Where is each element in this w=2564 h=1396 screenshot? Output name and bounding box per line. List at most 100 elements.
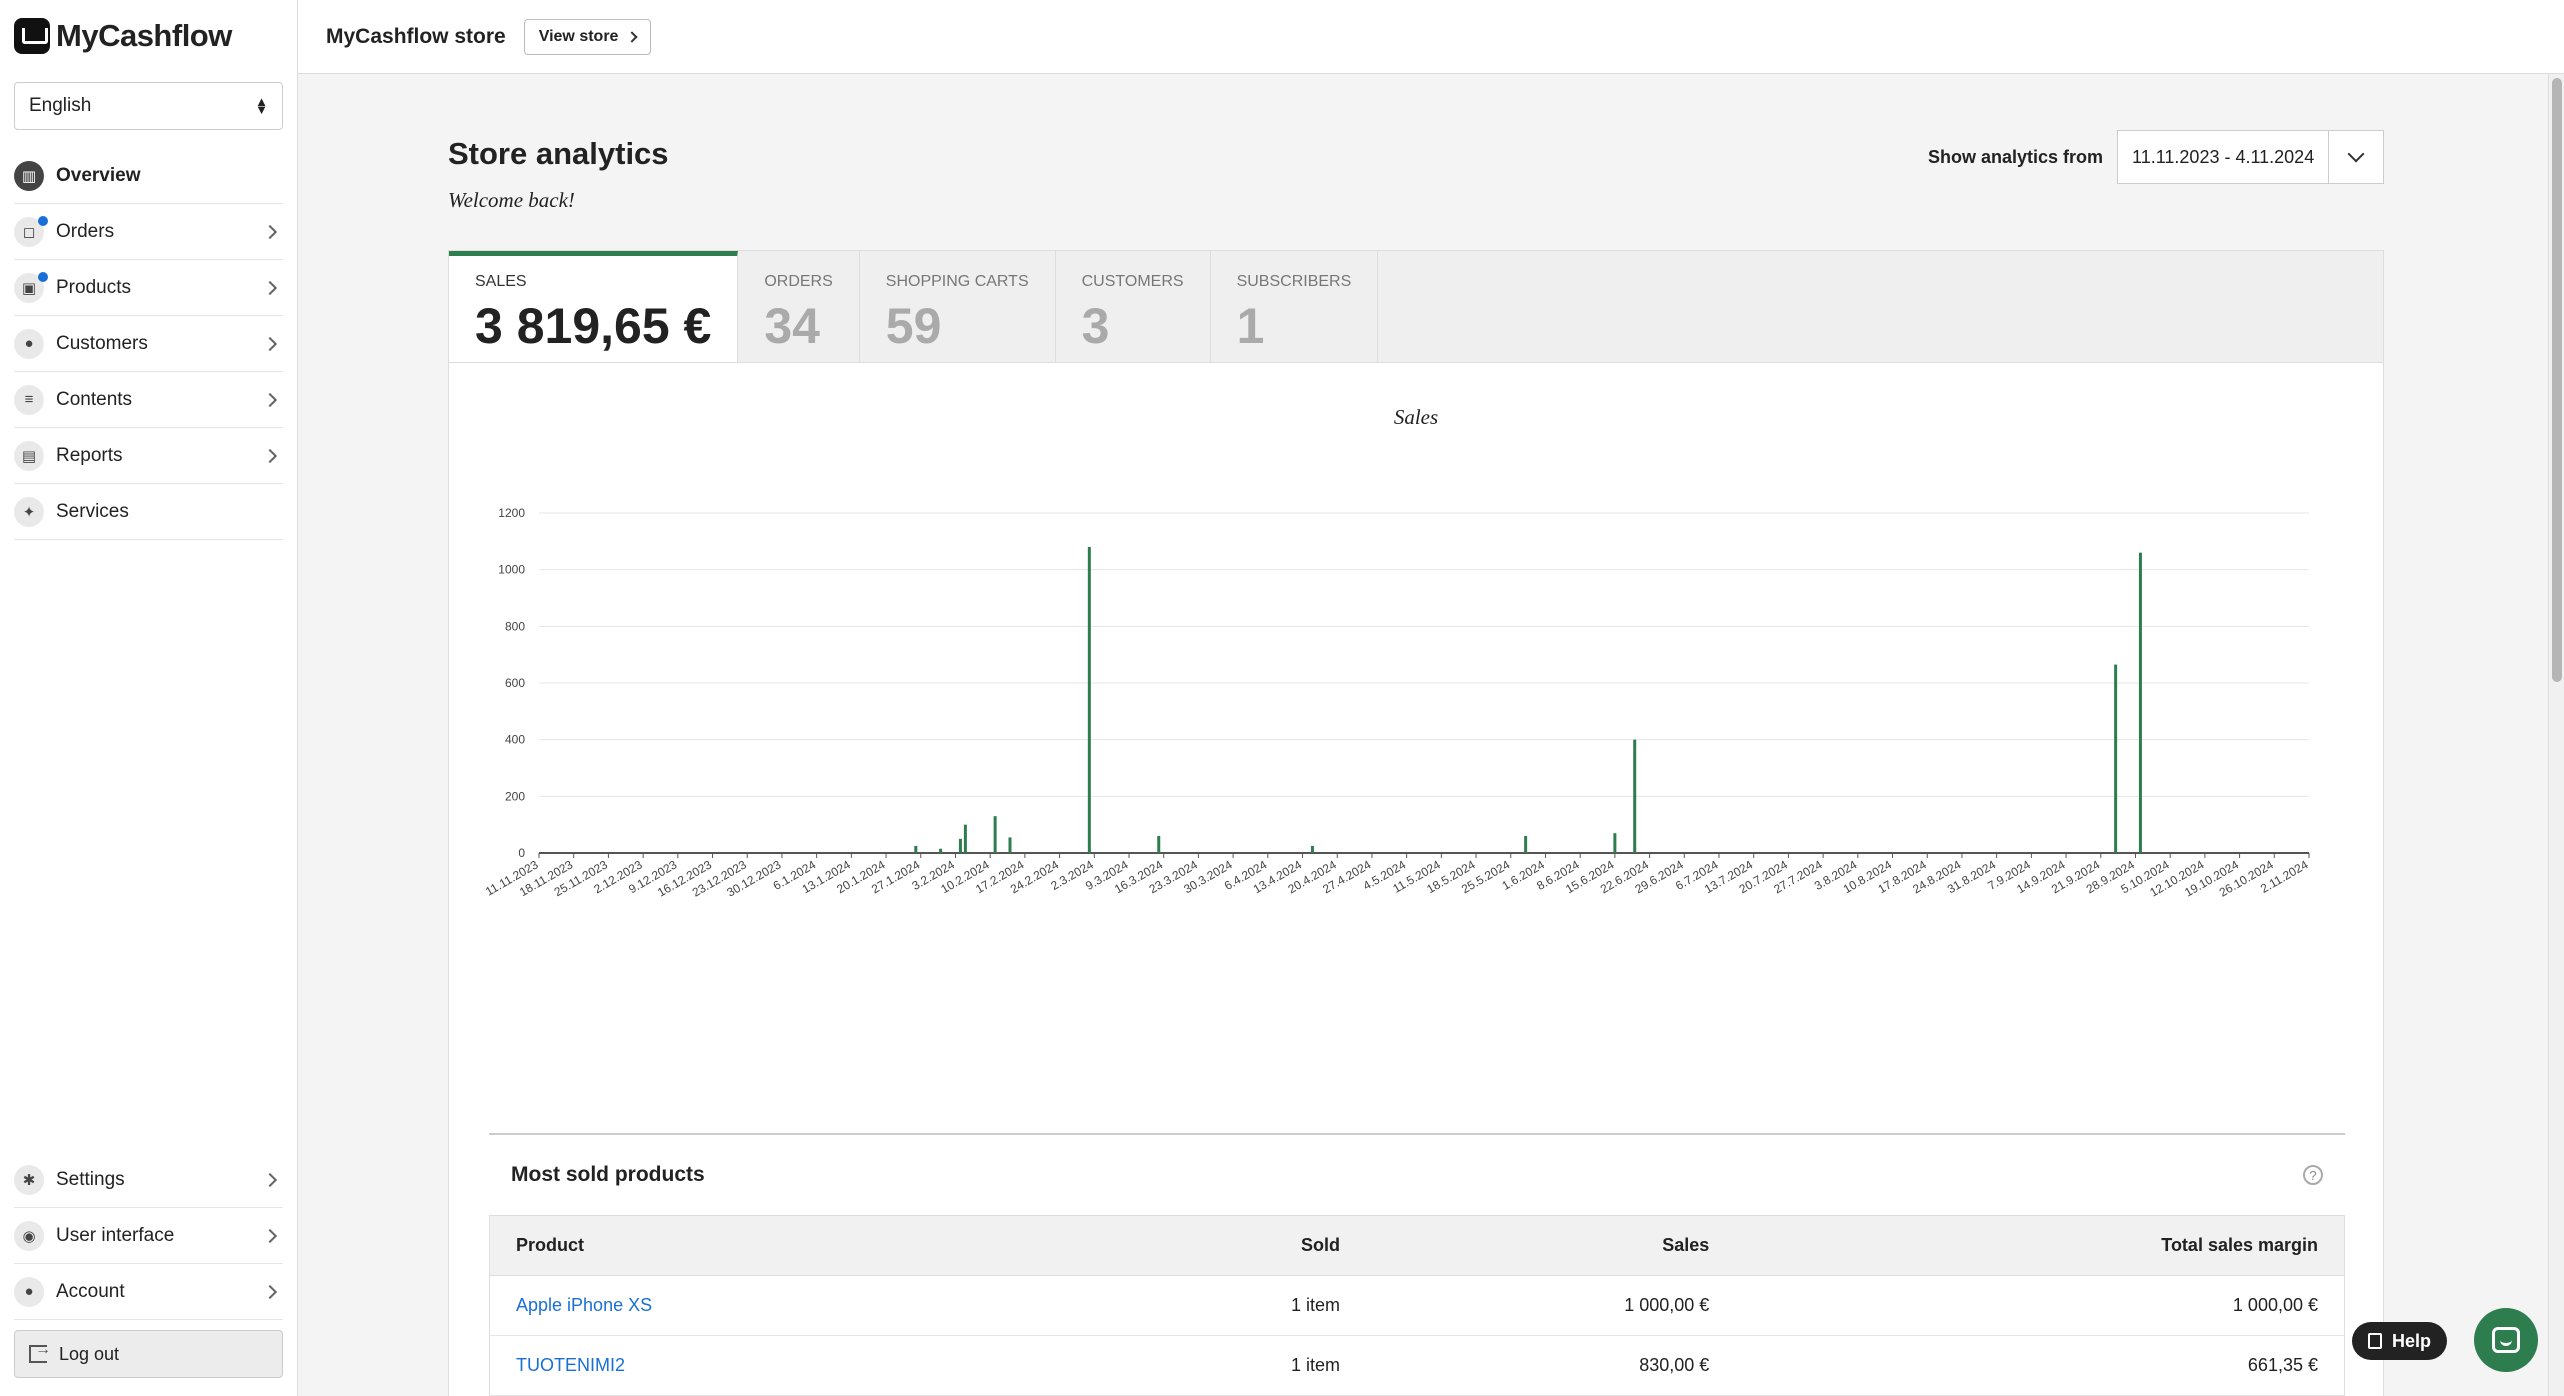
scrollbar-thumb[interactable] bbox=[2552, 78, 2562, 682]
sidebar-item-reports[interactable]: ▤ Reports bbox=[14, 428, 283, 484]
sidebar-item-overview[interactable]: ▥ Overview bbox=[14, 148, 283, 204]
drop-icon: ◉ bbox=[14, 1220, 44, 1251]
tab-value: 3 819,65 € bbox=[475, 298, 712, 354]
range-label: Show analytics from bbox=[1928, 146, 2104, 167]
sidebar-item-account[interactable]: ● Account bbox=[14, 1264, 283, 1320]
chart-bar bbox=[993, 816, 997, 853]
chart-icon: ▥ bbox=[14, 160, 44, 191]
person-icon: ● bbox=[14, 1276, 44, 1307]
tab-value: 1 bbox=[1236, 298, 1265, 354]
chart-bar bbox=[1310, 845, 1314, 853]
sold-cell: 1 item bbox=[1116, 1275, 1367, 1336]
product-link[interactable]: Apple iPhone XS bbox=[489, 1275, 1117, 1336]
chevron-right-icon bbox=[262, 1228, 278, 1243]
col-margin[interactable]: Total sales margin bbox=[1735, 1215, 2345, 1276]
cart-logo-icon bbox=[14, 18, 50, 54]
chart-bar bbox=[1087, 547, 1091, 853]
tab-value: 3 bbox=[1081, 298, 1110, 354]
tab-orders[interactable]: Orders 34 bbox=[738, 251, 860, 362]
product-link[interactable]: TUOTENIMI2 bbox=[489, 1335, 1117, 1396]
logout-button[interactable]: Log out bbox=[14, 1330, 283, 1378]
chevron-right-icon bbox=[262, 336, 278, 351]
col-product[interactable]: Product bbox=[489, 1215, 1117, 1276]
sidebar-item-label: Account bbox=[56, 1280, 125, 1302]
logo[interactable]: MyCashflow bbox=[0, 0, 297, 72]
tab-customers[interactable]: Customers 3 bbox=[1056, 251, 1211, 362]
sidebar-item-label: User interface bbox=[56, 1224, 175, 1246]
sidebar-item-label: Overview bbox=[56, 164, 141, 186]
y-tick-label: 1000 bbox=[498, 563, 525, 577]
sidebar-item-customers[interactable]: ● Customers bbox=[14, 316, 283, 372]
y-tick-label: 1200 bbox=[498, 506, 525, 520]
y-tick-label: 800 bbox=[505, 619, 525, 633]
tab-shopping-carts[interactable]: Shopping carts 59 bbox=[860, 251, 1056, 362]
chart-bar bbox=[2138, 552, 2142, 853]
margin-cell: 1 000,00 € bbox=[1735, 1275, 2345, 1336]
notification-dot bbox=[38, 216, 48, 226]
sales-chart: 02004006008001000120011.11.202318.11.202… bbox=[483, 506, 2311, 900]
y-tick-label: 0 bbox=[518, 846, 525, 860]
tab-value: 59 bbox=[885, 298, 942, 354]
chart-bar bbox=[914, 845, 918, 853]
date-range-picker: Show analytics from 11.11.2023 - 4.11.20… bbox=[1928, 130, 2385, 184]
sidebar-item-label: Settings bbox=[56, 1168, 125, 1190]
chart-bar bbox=[2114, 664, 2118, 853]
logo-text: MyCashflow bbox=[56, 18, 232, 53]
range-value[interactable]: 11.11.2023 - 4.11.2024 bbox=[2118, 131, 2330, 183]
chart-bar bbox=[1157, 836, 1161, 853]
sidebar-item-products[interactable]: ▣ Products bbox=[14, 260, 283, 316]
top-bar: MyCashflow store View store bbox=[298, 0, 2564, 74]
store-name: MyCashflow store bbox=[326, 24, 506, 48]
tab-label: Orders bbox=[764, 273, 833, 290]
range-dropdown-toggle[interactable] bbox=[2329, 131, 2383, 183]
chart-bar bbox=[963, 824, 967, 853]
chat-bubble-icon bbox=[2492, 1327, 2520, 1353]
sidebar-bottom: ✱ Settings ◉ User interface ● Account Log out bbox=[0, 1152, 297, 1378]
notification-dot bbox=[38, 272, 48, 282]
sidebar-item-orders[interactable]: ◻ Orders bbox=[14, 204, 283, 260]
tab-sales[interactable]: Sales 3 819,65 € bbox=[449, 251, 739, 362]
puzzle-icon: ✦ bbox=[14, 496, 44, 527]
sidebar-item-services[interactable]: ✦ Services bbox=[14, 484, 283, 540]
col-sold[interactable]: Sold bbox=[1116, 1215, 1367, 1276]
sidebar-item-user-interface[interactable]: ◉ User interface bbox=[14, 1208, 283, 1264]
chevron-right-icon bbox=[262, 1284, 278, 1299]
chart-bar bbox=[958, 838, 962, 853]
chart-bar bbox=[1008, 837, 1012, 853]
sales-cell: 1 000,00 € bbox=[1366, 1275, 1736, 1336]
table-row: Apple iPhone XS 1 item 1 000,00 €1 000,00 … bbox=[489, 1275, 2345, 1336]
col-sales[interactable]: Sales bbox=[1366, 1215, 1736, 1276]
most-sold-title: Most sold products bbox=[511, 1163, 705, 1186]
analytics-card: Sales 3 819,65 € Orders 34 Shopping carts 59 C… bbox=[448, 250, 2384, 1396]
y-tick-label: 600 bbox=[505, 676, 525, 690]
help-question-icon[interactable]: ? bbox=[2303, 1165, 2323, 1185]
sidebar-item-settings[interactable]: ✱ Settings bbox=[14, 1152, 283, 1208]
chart-bar bbox=[1613, 833, 1617, 853]
logout-icon bbox=[29, 1341, 51, 1363]
chevron-right-icon bbox=[626, 30, 639, 43]
page-title: Store analytics bbox=[448, 136, 669, 171]
view-store-button[interactable]: View store bbox=[523, 18, 652, 55]
lines-icon: ≡ bbox=[14, 384, 44, 415]
margin-cell: 661,35 € bbox=[1735, 1335, 2345, 1396]
tab-label: Subscribers bbox=[1236, 273, 1352, 290]
sidebar-item-contents[interactable]: ≡ Contents bbox=[14, 372, 283, 428]
help-button[interactable]: Help bbox=[2352, 1322, 2448, 1360]
chat-button[interactable] bbox=[2474, 1308, 2538, 1372]
most-sold-products: Most sold products ? Product Sold Sales … bbox=[489, 1133, 2345, 1396]
sidebar: MyCashflow English ▲ ▼ ▥ Overview ◻ Orders ▣ P… bbox=[0, 0, 298, 1396]
date-range-select[interactable]: 11.11.2023 - 4.11.2024 bbox=[2117, 130, 2385, 184]
chevron-right-icon bbox=[262, 280, 278, 295]
language-select[interactable]: English ▲ ▼ bbox=[14, 82, 283, 130]
users-icon: ● bbox=[14, 328, 44, 359]
tab-label: Sales bbox=[475, 273, 527, 290]
metric-tabs: Sales 3 819,65 € Orders 34 Shopping carts 59 C… bbox=[449, 251, 2383, 363]
sidebar-item-label: Customers bbox=[56, 332, 148, 354]
chart-bar bbox=[939, 848, 943, 853]
chart-bar bbox=[1633, 739, 1637, 853]
scrollbar[interactable] bbox=[2548, 74, 2564, 1396]
sidebar-item-label: Orders bbox=[56, 220, 115, 242]
tab-subscribers[interactable]: Subscribers 1 bbox=[1211, 251, 1379, 362]
gear-icon: ✱ bbox=[14, 1164, 44, 1195]
sidebar-item-label: Contents bbox=[56, 388, 133, 410]
